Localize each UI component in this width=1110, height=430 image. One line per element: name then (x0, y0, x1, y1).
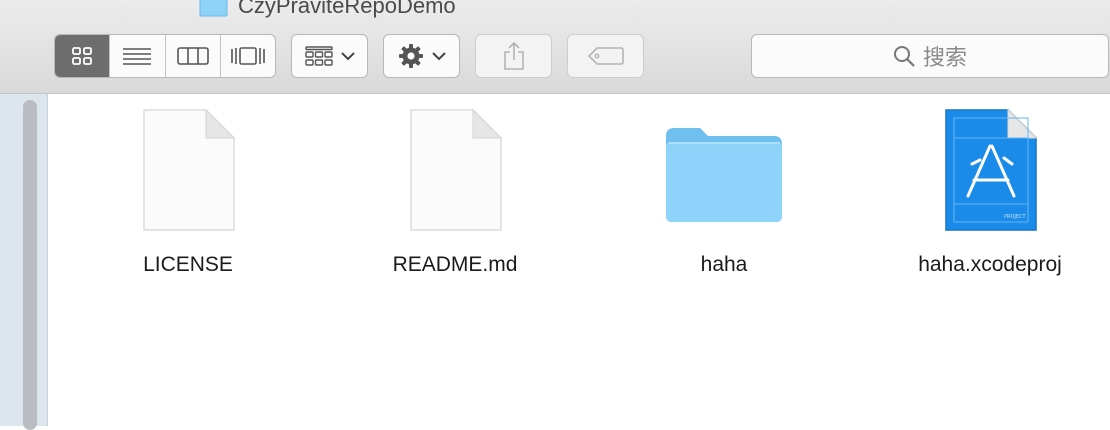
folder-icon (199, 0, 228, 17)
window-toolbar: CzyPraviteRepoDemo 搜索 (0, 0, 1110, 94)
chevron-down-icon (340, 52, 355, 61)
list-view-button[interactable] (110, 35, 166, 77)
view-mode-control (54, 34, 276, 78)
arrange-button[interactable] (291, 34, 368, 78)
arrange-icon (304, 46, 333, 66)
cover-flow-icon (231, 47, 265, 65)
search-field[interactable]: 搜索 (751, 34, 1109, 78)
document-icon (410, 108, 503, 231)
window-title: CzyPraviteRepoDemo (199, 0, 456, 19)
action-button[interactable] (383, 34, 460, 78)
search-placeholder: 搜索 (922, 46, 967, 71)
share-icon (503, 41, 524, 70)
folder-icon (666, 128, 782, 222)
search-icon (893, 46, 915, 67)
sidebar-scrollbar[interactable] (23, 100, 37, 430)
grid-icon (72, 47, 93, 65)
tag-icon (587, 47, 624, 65)
file-name: LICENSE (143, 253, 233, 276)
column-view-button[interactable] (166, 35, 221, 77)
gear-icon (398, 44, 423, 68)
document-icon (143, 108, 236, 231)
file-item[interactable]: LICENSE (88, 108, 288, 288)
chevron-down-icon (431, 52, 446, 61)
tags-button[interactable] (567, 34, 644, 78)
list-icon (123, 48, 152, 65)
svg-text:PROJECT: PROJECT (1004, 214, 1027, 220)
columns-icon (176, 47, 209, 65)
share-button[interactable] (475, 34, 552, 78)
window-title-text: CzyPraviteRepoDemo (238, 0, 456, 18)
folder-item[interactable]: haha (624, 108, 824, 288)
file-item[interactable]: README.md (355, 108, 555, 288)
icon-view-button[interactable] (55, 35, 111, 77)
cover-flow-view-button[interactable] (221, 35, 275, 77)
folder-name: haha (700, 253, 748, 276)
file-name: haha.xcodeproj (918, 253, 1062, 276)
xcode-project-icon: PROJECT (945, 108, 1038, 231)
file-name: README.md (392, 253, 518, 276)
file-item[interactable]: PROJECT haha.xcodeproj (890, 108, 1090, 288)
